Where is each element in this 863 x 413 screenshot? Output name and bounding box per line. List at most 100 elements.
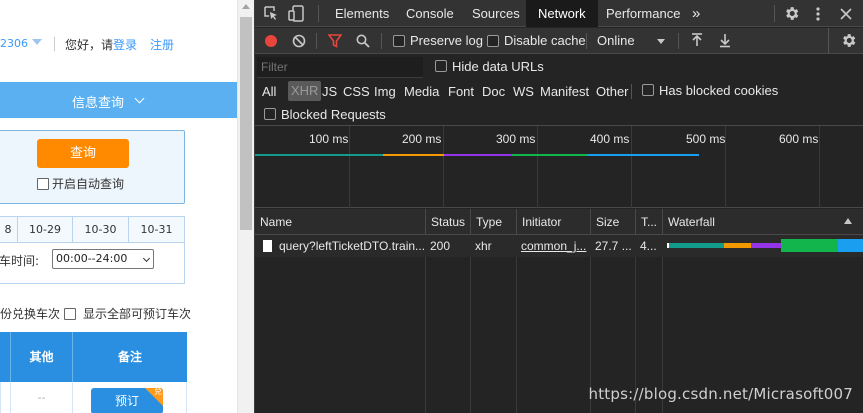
waterfall-stalled [669,243,724,248]
toolbar-divider [678,33,679,49]
toolbar-divider [316,33,317,49]
request-time: 4... [640,239,657,253]
clear-icon[interactable] [292,34,306,48]
type-filter-media[interactable]: Media [404,84,439,99]
timeline-gridline [349,126,350,208]
chevron-down-icon [142,254,151,263]
table-cell-other: -- [11,382,73,413]
gear-icon[interactable] [783,5,800,22]
scroll-up-icon[interactable] [242,4,250,9]
timeline-gridline [537,126,538,208]
toolbar-divider [828,28,829,54]
type-filter-ws[interactable]: WS [513,84,534,99]
request-type: xhr [475,239,492,253]
search-icon[interactable] [356,34,370,48]
table-row: -- 预订 兑 [0,382,187,413]
site-header: 2306 您好，请登录 注册 [0,0,237,82]
timeline-gridline [443,126,444,208]
column-name[interactable]: Name [255,209,426,235]
show-all-checkbox[interactable] [64,307,77,320]
auto-query-option[interactable]: 开启自动查询 [37,175,124,192]
tab-console[interactable]: Console [406,0,454,27]
exchange-badge-label: 兑 [154,388,162,396]
caret-down-icon[interactable] [657,39,665,44]
waterfall-download [838,239,863,252]
column-divider [516,235,517,413]
greeting-text: 您好，请登录 [65,38,138,52]
device-toolbar-icon[interactable] [288,5,304,22]
account-number[interactable]: 2306 [0,37,28,50]
type-filter-other[interactable]: Other [596,84,629,99]
export-har-icon[interactable] [719,33,731,48]
column-time[interactable]: T... [636,209,663,235]
column-status[interactable]: Status [426,209,471,235]
timeline-bar-ttfb [512,154,588,156]
inspect-element-icon[interactable] [264,6,279,21]
table-row[interactable]: query?leftTicketDTO.train... 200 xhr com… [255,235,863,257]
tab-network[interactable]: Network [526,0,598,27]
record-icon[interactable] [264,34,278,48]
timeline-label: 200 ms [402,132,442,146]
type-filter-manifest[interactable]: Manifest [540,84,589,99]
book-button[interactable]: 预订 兑 [91,388,163,413]
hide-data-urls-checkbox[interactable] [435,60,447,72]
auto-query-checkbox[interactable] [37,177,49,190]
query-button[interactable]: 查询 [37,139,129,168]
table-header-other: 其他 [11,332,73,382]
kebab-menu-icon[interactable] [814,6,822,22]
tab-elements[interactable]: Elements [335,0,389,27]
chevron-down-icon[interactable] [32,39,42,45]
scrollbar-thumb[interactable] [240,17,252,230]
column-waterfall[interactable]: Waterfall [663,209,863,235]
watermark-text: https://blog.csdn.net/Micrasoft007 [588,385,853,403]
type-filter-xhr[interactable]: XHR [288,81,322,101]
type-filter-js[interactable]: JS [322,84,337,99]
login-link[interactable]: 登录 [113,38,137,52]
request-name[interactable]: query?leftTicketDTO.train... [274,235,425,257]
more-tabs-icon[interactable]: » [692,0,700,27]
page-scrollbar[interactable] [237,0,254,413]
request-size: 27.7 ... [595,239,632,253]
info-query-bar[interactable]: 信息查询 [0,82,237,118]
type-filter-all[interactable]: All [262,84,276,99]
blocked-requests-row: Blocked Requests [255,104,863,126]
type-filter-font[interactable]: Font [448,84,474,99]
tab-sources[interactable]: Sources [472,0,520,27]
filter-icon[interactable] [328,34,342,48]
column-type[interactable]: Type [471,209,517,235]
timeline-overview[interactable]: 100 ms 200 ms 300 ms 400 ms 500 ms 600 m… [255,126,863,208]
network-settings-gear-icon[interactable] [840,32,857,49]
type-filter-css[interactable]: CSS [343,84,370,99]
date-tab[interactable]: 10-30 [73,217,129,242]
departure-time-label: 车时间: [0,254,40,268]
timeline-gridline [819,126,820,208]
date-tab[interactable]: 10-29 [18,217,73,242]
preserve-log-checkbox[interactable] [393,35,405,47]
date-tab[interactable]: 10-31 [129,217,184,242]
sort-ascending-icon[interactable] [844,218,852,224]
tab-performance[interactable]: Performance [606,0,680,27]
table-header-cell [0,332,11,382]
date-tabs: 8 10-29 10-30 10-31 [0,216,185,243]
disable-cache-checkbox[interactable] [487,35,499,47]
blocked-requests-checkbox[interactable] [264,108,276,120]
disable-cache-label: Disable cache [504,33,586,48]
column-initiator[interactable]: Initiator [517,209,591,235]
import-har-icon[interactable] [691,33,703,48]
departure-time-select[interactable]: 00:00--24:00 [52,249,154,269]
timeline-bar-download [588,154,699,156]
request-status: 200 [430,239,451,253]
filter-input[interactable] [257,57,423,78]
register-link[interactable]: 注册 [150,36,174,53]
throttle-select[interactable]: Online [597,33,635,48]
type-filter-img[interactable]: Img [374,84,396,99]
type-filter-doc[interactable]: Doc [482,84,505,99]
has-blocked-cookies-checkbox[interactable] [642,84,654,96]
date-tab[interactable]: 8 [0,217,18,242]
request-initiator-link[interactable]: common_j... [516,235,590,257]
close-icon[interactable] [840,8,852,20]
table-cell-remarks: 预订 兑 [73,382,187,413]
column-size[interactable]: Size [591,209,636,235]
timeline-label: 100 ms [309,132,349,146]
waterfall-connect [724,243,751,248]
